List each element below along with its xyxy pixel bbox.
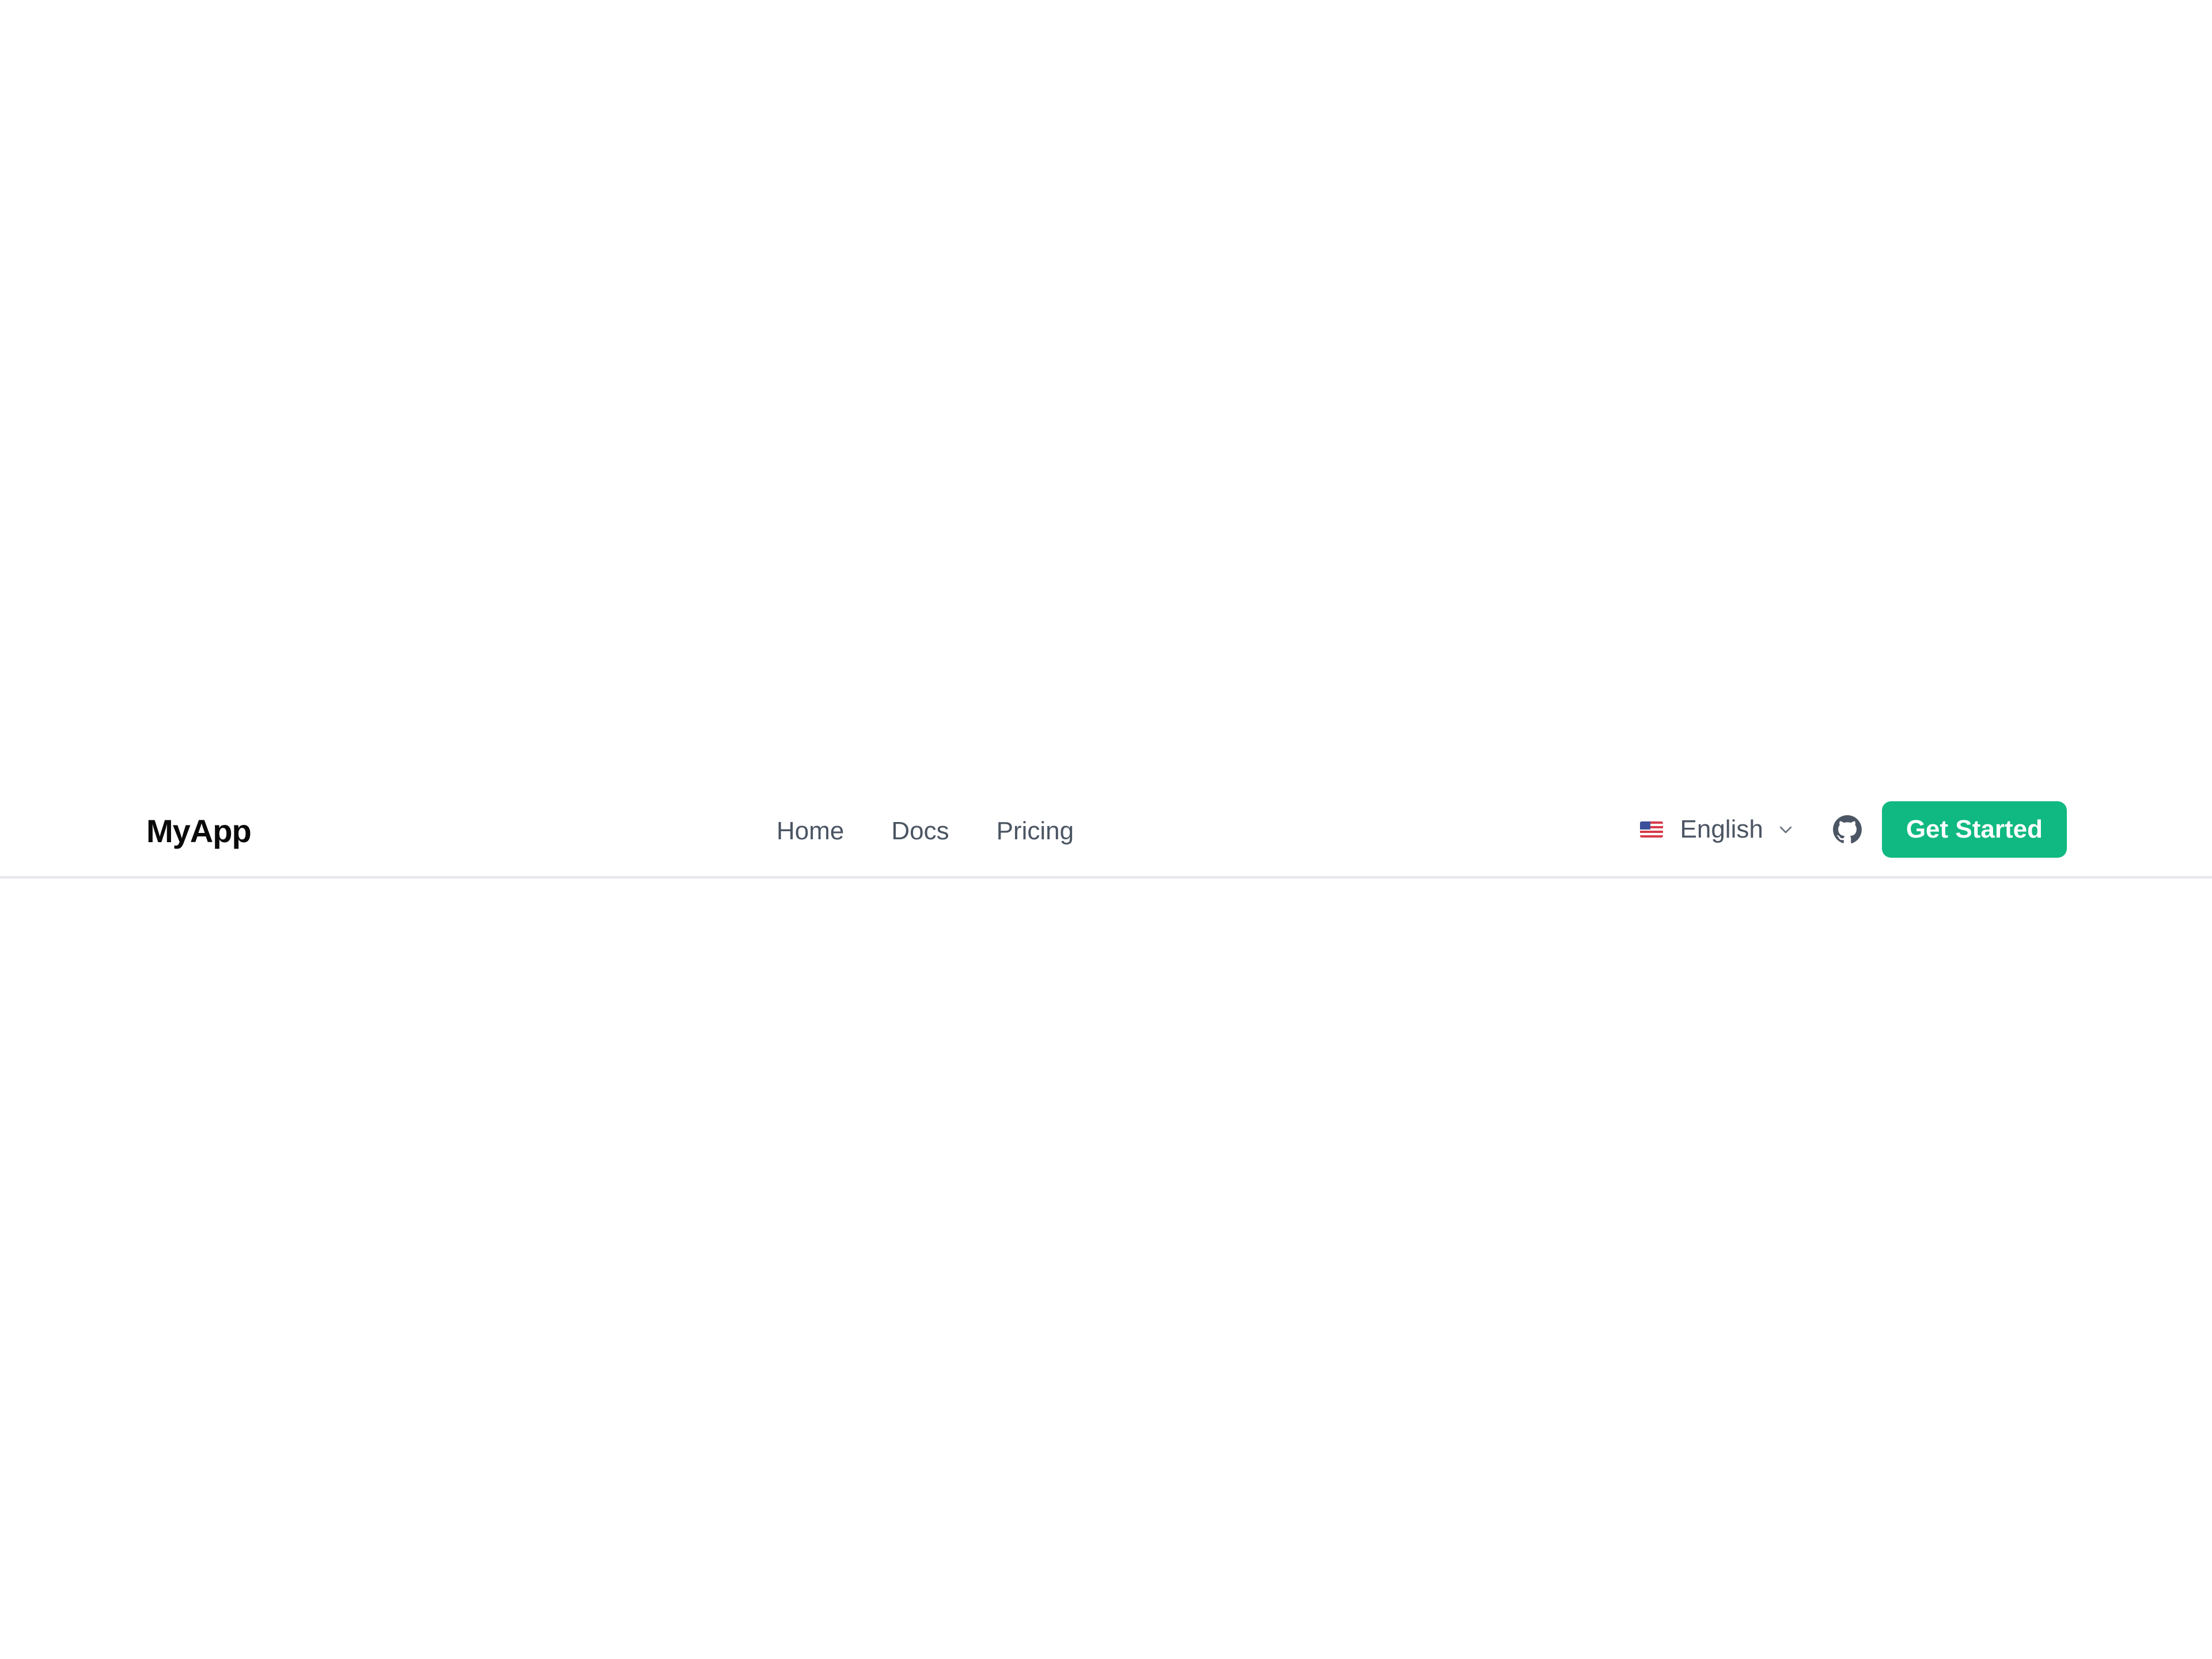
nav-link-home[interactable]: Home: [777, 808, 844, 854]
navbar-actions: English Get Started: [1639, 801, 2067, 858]
language-selected-label: English: [1680, 815, 1763, 843]
language-selector[interactable]: English: [1639, 801, 1794, 858]
brand-logo[interactable]: MyApp: [146, 808, 252, 854]
chevron-down-icon: [1777, 821, 1794, 838]
nav-link-docs[interactable]: Docs: [891, 808, 949, 854]
top-navbar: MyApp Home Docs Pricing English Get Star…: [0, 785, 2212, 878]
get-started-button[interactable]: Get Started: [1881, 801, 2067, 858]
primary-nav: Home Docs Pricing: [777, 808, 1074, 854]
us-flag-icon: [1639, 821, 1663, 838]
github-icon[interactable]: [1832, 815, 1862, 844]
nav-link-pricing[interactable]: Pricing: [997, 808, 1074, 854]
